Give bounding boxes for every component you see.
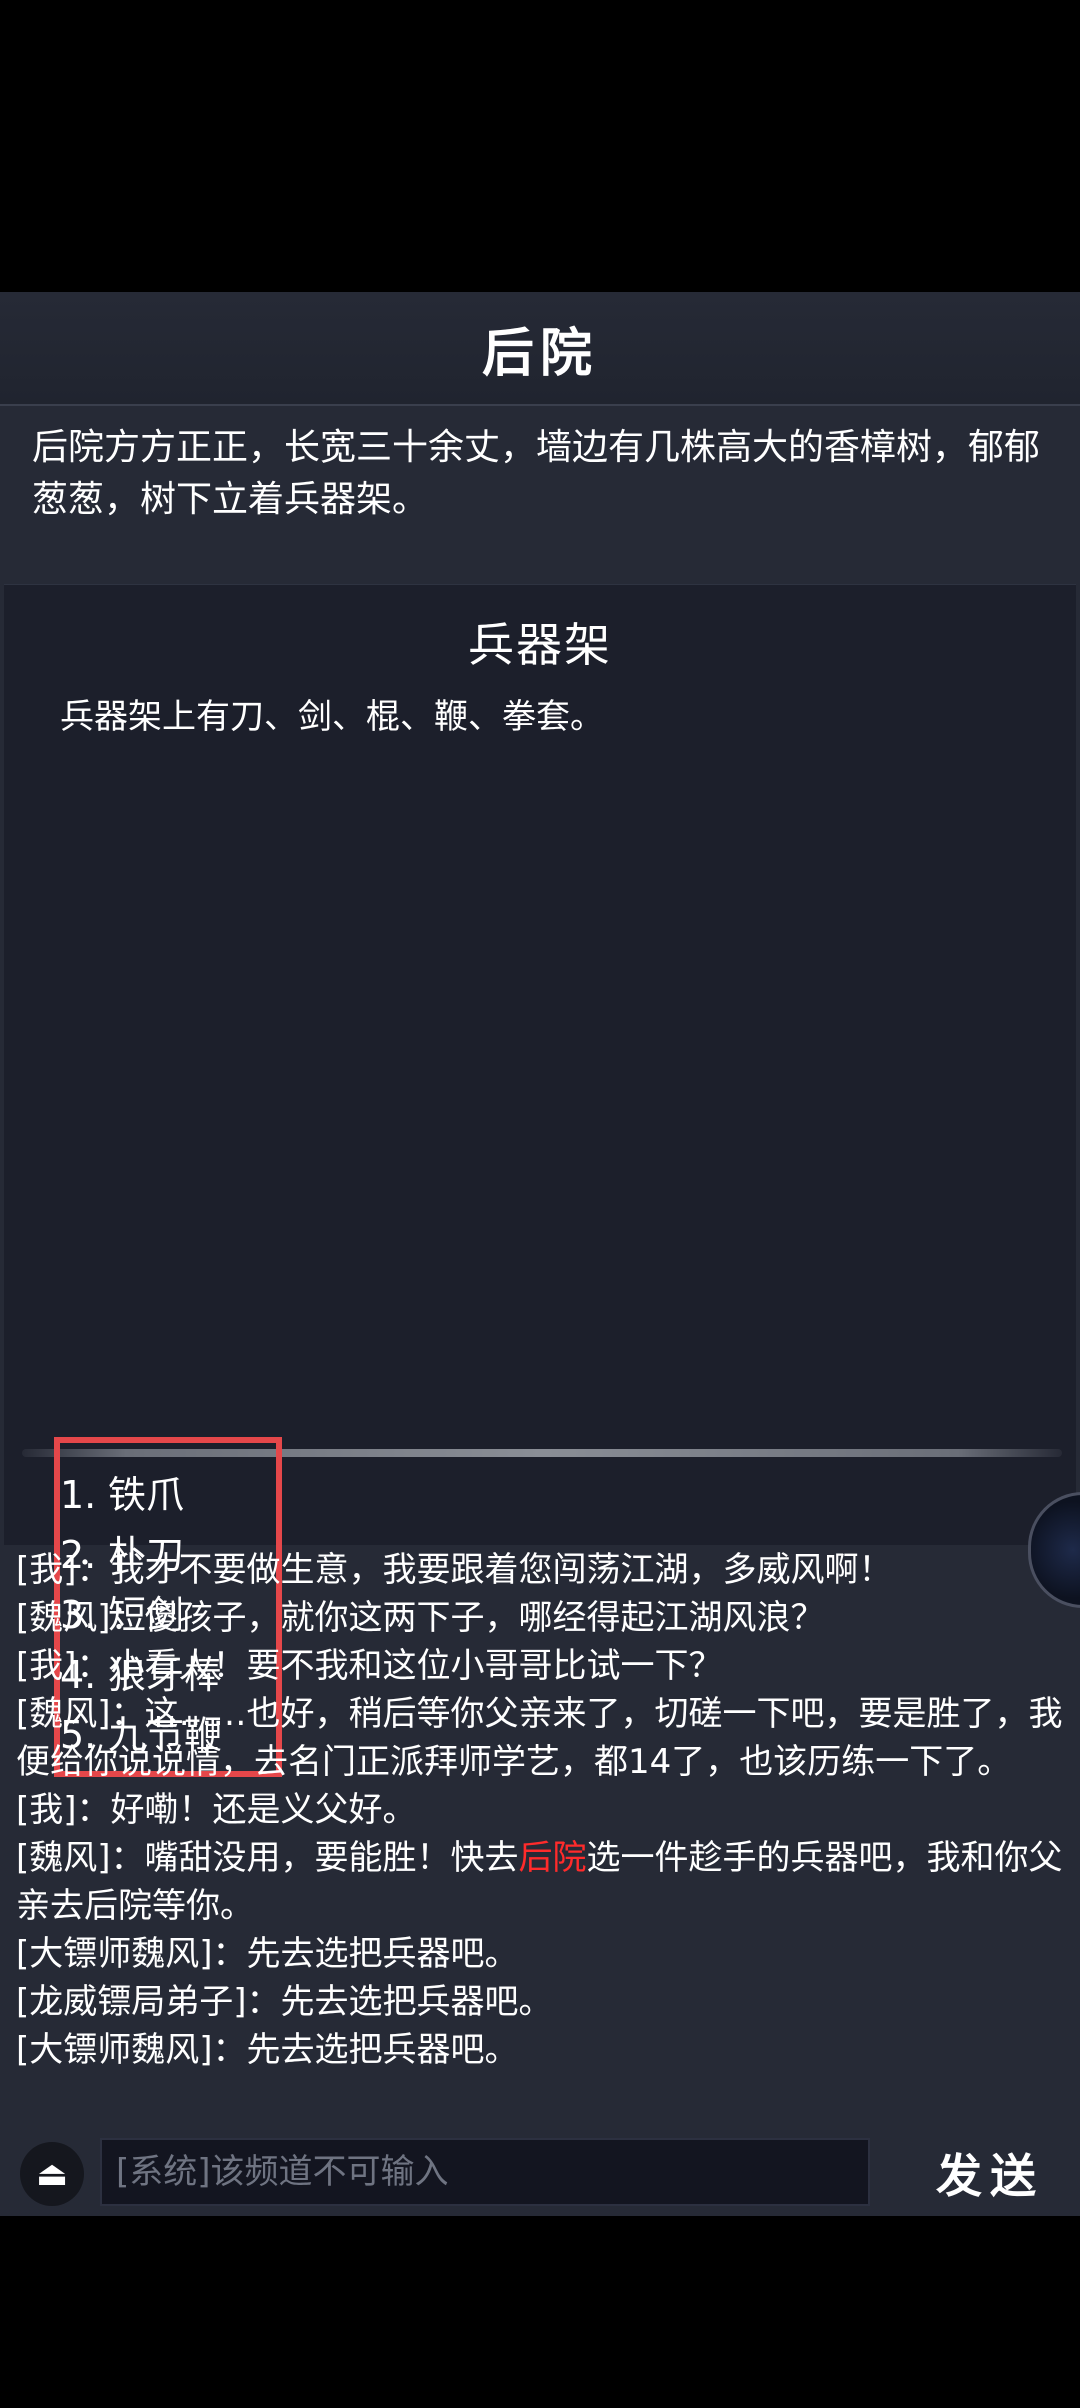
- chat-message: [魏风]：这……也好，稍后等你父亲来了，切磋一下吧，要是胜了，我便给你说说情，去…: [16, 1694, 1063, 1782]
- chat-input-bar: ⏏ [系统]该频道不可输入 发送: [0, 2132, 1080, 2216]
- panel-description: 兵器架上有刀、剑、棍、鞭、拳套。: [60, 697, 604, 737]
- send-button[interactable]: 发送: [920, 2136, 1060, 2210]
- weapon-rack-panel: 兵器架 兵器架上有刀、剑、棍、鞭、拳套。 1. 铁爪 2. 朴刀 3. 短剑 4…: [4, 584, 1076, 1777]
- top-black-bar: [0, 0, 1080, 292]
- chat-message: [龙威镖局弟子]：先去选把兵器吧。: [16, 1982, 553, 2022]
- chat-message: [我]：小看人！要不我和这位小哥哥比试一下？: [16, 1646, 723, 1686]
- chat-message: [魏风]：嘴甜没用，要能胜！快去后院选一件趁手的兵器吧，我和你父亲去后院等你。: [16, 1838, 1063, 1926]
- weapon-item-1[interactable]: 1. 铁爪: [60, 1465, 280, 1525]
- panel-title: 兵器架: [468, 618, 612, 672]
- item-number: 1.: [60, 1473, 97, 1517]
- location-link[interactable]: 后院: [519, 1838, 587, 1878]
- chat-log: [我]：我才不要做生意，我要跟着您闯荡江湖，多威风啊！ [魏风]：傻孩子，就你这…: [16, 1546, 1066, 2142]
- item-label: 铁爪: [108, 1473, 185, 1517]
- eject-icon[interactable]: ⏏: [20, 2142, 84, 2206]
- chat-input[interactable]: [系统]该频道不可输入: [100, 2138, 870, 2206]
- chat-message: [我]：好嘞！还是义父好。: [16, 1790, 417, 1830]
- room-title: 后院: [481, 322, 598, 384]
- chat-message: [魏风]：傻孩子，就你这两下子，哪经得起江湖风浪？: [16, 1598, 825, 1638]
- room-title-bar: 后院: [0, 292, 1080, 406]
- room-description: 后院方方正正，长宽三十余丈，墙边有几株高大的香樟树，郁郁葱葱，树下立着兵器架。: [32, 427, 1041, 520]
- game-screen: 后院 后院方方正正，长宽三十余丈，墙边有几株高大的香樟树，郁郁葱葱，树下立着兵器…: [0, 292, 1080, 2216]
- chat-message: [大镖师魏风]：先去选把兵器吧。: [16, 1934, 519, 1974]
- divider: [22, 1449, 1062, 1457]
- chat-message: [大镖师魏风]：先去选把兵器吧。: [16, 2030, 519, 2070]
- chat-message: [我]：我才不要做生意，我要跟着您闯荡江湖，多威风啊！: [16, 1550, 893, 1590]
- bottom-black-bar: [0, 2216, 1080, 2408]
